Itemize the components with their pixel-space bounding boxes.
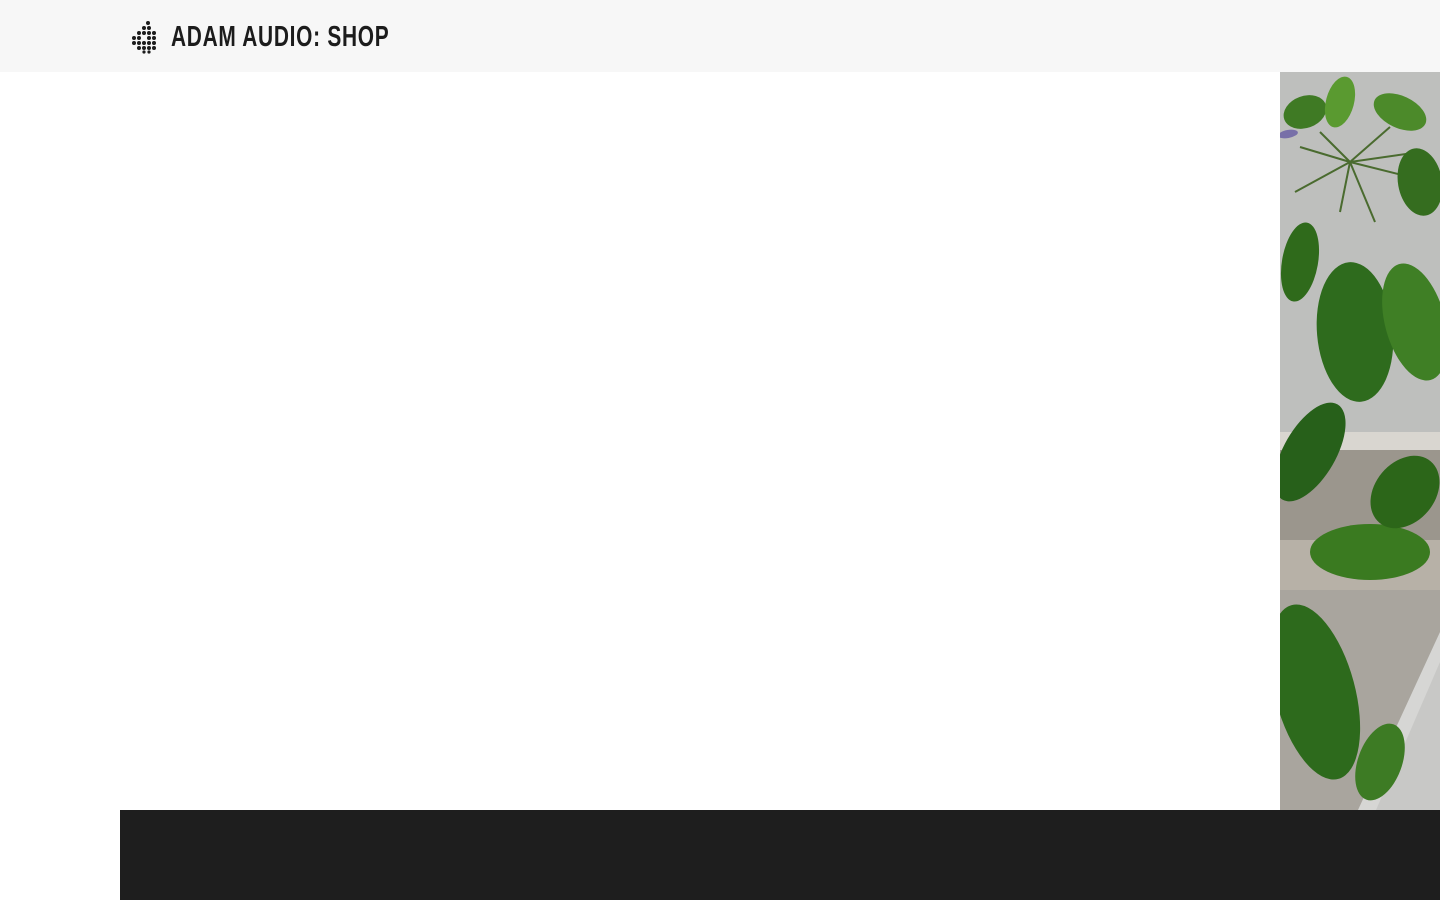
brand-wordmark: ADAM AUDIO: SHOP [171, 20, 390, 53]
hero-section [0, 72, 1440, 810]
site-header: ADAM AUDIO: SHOP [0, 0, 1440, 72]
adam-audio-logo-icon [132, 21, 156, 54]
dark-footer-band [120, 810, 1440, 900]
shop-home-logo-link[interactable]: ADAM AUDIO: SHOP [131, 18, 474, 56]
plant-with-green-leaves-icon [1280, 72, 1440, 810]
hero-plant-image [1280, 72, 1440, 810]
